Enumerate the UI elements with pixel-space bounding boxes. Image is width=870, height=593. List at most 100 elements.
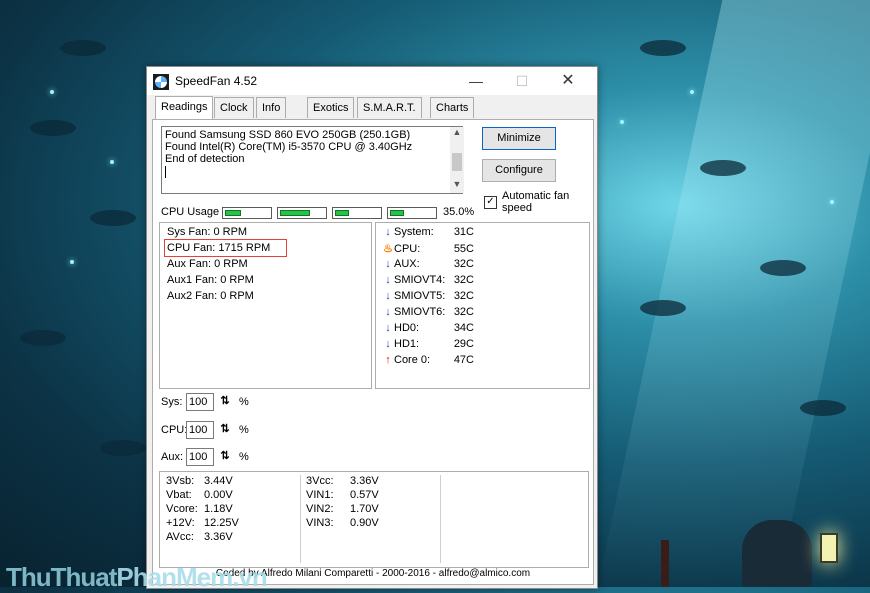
cpu-usage-percent: 35.0% [443, 206, 475, 218]
cpu-speed-input[interactable]: 100 [186, 421, 214, 439]
flame-icon: ♨ [383, 243, 393, 255]
glow-particle [70, 260, 74, 264]
column-divider [440, 475, 441, 563]
voltage-row: VIN3: 0.90V [306, 517, 379, 529]
fish-silhouette [30, 120, 76, 136]
voltage-row: VIN1: 0.57V [306, 489, 379, 501]
arrow-up-icon: ↑ [385, 354, 391, 366]
cpu-core-bar [387, 207, 437, 219]
cpu-core-bar [277, 207, 327, 219]
maximize-window-button[interactable]: ☐ [499, 67, 545, 95]
detection-log[interactable]: Found Samsung SSD 860 EVO 250GB (250.1GB… [161, 126, 463, 194]
arrow-down-icon: ↓ [385, 338, 391, 350]
tab-charts[interactable]: Charts [430, 97, 475, 118]
temp-row: ↑ Core 0: 47C [382, 354, 474, 368]
temp-row: ↓ System: 31C [382, 226, 474, 240]
temp-row: ↓ SMIOVT6: 32C [382, 306, 474, 320]
sys-speed-input[interactable]: 100 [186, 393, 214, 411]
arrow-down-icon: ↓ [385, 258, 391, 270]
glow-particle [110, 160, 114, 164]
fish-silhouette [640, 300, 686, 316]
temp-row: ↓ AUX: 32C [382, 258, 474, 272]
voltage-row: VIN2: 1.70V [306, 503, 379, 515]
voltages-box: 3Vsb: 3.44V Vbat: 0.00V Vcore: 1.18V +12V: 1… [159, 471, 589, 568]
fish-silhouette [100, 440, 146, 456]
fan-reading: CPU Fan: 1715 RPM [167, 242, 271, 254]
voltage-column: 3Vsb: 3.44V Vbat: 0.00V Vcore: 1.18V +12V: 1… [166, 475, 239, 545]
fish-silhouette [800, 400, 846, 416]
fish-silhouette [700, 160, 746, 176]
fan-reading: Aux2 Fan: 0 RPM [167, 290, 254, 302]
spinner-arrows-icon[interactable]: ⇅ [217, 393, 233, 409]
text-cursor [165, 166, 166, 178]
cpu-speed-label: CPU: [161, 424, 188, 436]
character-figure [742, 520, 812, 587]
log-line: Found Intel(R) Core(TM) i5-3570 CPU @ 3.… [165, 141, 413, 153]
tab-info[interactable]: Info [256, 97, 287, 118]
fish-silhouette [20, 330, 66, 346]
glow-particle [620, 120, 624, 124]
spinner-arrows-icon[interactable]: ⇅ [217, 448, 233, 464]
cpu-speed-row: CPU: 100 ⇅ % [161, 421, 249, 439]
aux-speed-input[interactable]: 100 [186, 448, 214, 466]
fish-silhouette [90, 210, 136, 226]
column-divider [300, 475, 301, 563]
log-line: Found Samsung SSD 860 EVO 250GB (250.1GB… [165, 129, 411, 141]
glow-particle [50, 90, 54, 94]
voltage-column: 3Vcc: 3.36V VIN1: 0.57V VIN2: 1.70V VIN3: 0.… [306, 475, 379, 531]
glow-particle [690, 90, 694, 94]
arrow-down-icon: ↓ [385, 274, 391, 286]
voltage-row: Vbat: 0.00V [166, 489, 233, 501]
watermark: ThuThuatPhanMem.vn [6, 562, 268, 592]
glow-particle [830, 200, 834, 204]
percent-unit: % [239, 451, 249, 463]
tab-readings[interactable]: Readings [155, 96, 214, 119]
fan-reading: Aux1 Fan: 0 RPM [167, 274, 254, 286]
log-scrollbar[interactable]: ▲ ▼ [450, 127, 464, 193]
window-title: SpeedFan 4.52 [175, 74, 258, 88]
percent-unit: % [239, 424, 249, 436]
scroll-thumb[interactable] [452, 153, 462, 171]
wooden-post [661, 540, 669, 587]
configure-button[interactable]: Configure [482, 159, 556, 182]
temp-row: ♨CPU: 55C [383, 243, 474, 255]
tab-exotics[interactable]: Exotics [307, 97, 355, 118]
sys-speed-label: Sys: [161, 396, 183, 408]
title-bar[interactable]: SpeedFan 4.52 — ☐ ✕ [147, 67, 597, 95]
aux-speed-label: Aux: [161, 451, 184, 463]
lantern [820, 533, 838, 563]
automatic-fan-speed-label: Automatic fan speed [502, 190, 570, 214]
aux-speed-row: Aux: 100 ⇅ % [161, 448, 249, 466]
temp-row: ↓ HD0: 34C [382, 322, 474, 336]
fish-silhouette [760, 260, 806, 276]
fan-reading: Sys Fan: 0 RPM [167, 226, 248, 238]
readings-panel: Found Samsung SSD 860 EVO 250GB (250.1GB… [152, 119, 594, 585]
minimize-window-button[interactable]: — [453, 67, 499, 95]
fish-silhouette [640, 40, 686, 56]
temp-row: ↓ HD1: 29C [382, 338, 474, 352]
temp-row: ↓ SMIOVT4: 32C [382, 274, 474, 288]
arrow-down-icon: ↓ [385, 290, 391, 302]
minimize-button[interactable]: Minimize [482, 127, 556, 150]
cpu-core-bar [332, 207, 382, 219]
temp-row: ↓ SMIOVT5: 32C [382, 290, 474, 304]
close-window-button[interactable]: ✕ [545, 67, 591, 95]
tab-clock[interactable]: Clock [214, 97, 254, 118]
cpu-usage-label: CPU Usage [161, 206, 220, 218]
automatic-fan-speed-checkbox[interactable]: ✓ [484, 196, 497, 209]
spinner-arrows-icon[interactable]: ⇅ [217, 421, 233, 437]
arrow-down-icon: ↓ [385, 322, 391, 334]
scroll-up-icon[interactable]: ▲ [450, 127, 464, 141]
voltage-row: +12V: 12.25V [166, 517, 239, 529]
tab-smart[interactable]: S.M.A.R.T. [357, 97, 422, 118]
fan-reading: Aux Fan: 0 RPM [167, 258, 248, 270]
speedfan-app-icon [153, 74, 169, 90]
scroll-down-icon[interactable]: ▼ [450, 179, 464, 193]
voltage-row: 3Vsb: 3.44V [166, 475, 233, 487]
percent-unit: % [239, 396, 249, 408]
cpu-core-bar [222, 207, 272, 219]
fish-silhouette [60, 40, 106, 56]
voltage-row: Vcore: 1.18V [166, 503, 233, 515]
temperatures-box: ↓ System: 31C ♨CPU: 55C ↓ AUX: 32C ↓ SMIOVT4: 3… [375, 222, 590, 389]
arrow-down-icon: ↓ [385, 306, 391, 318]
